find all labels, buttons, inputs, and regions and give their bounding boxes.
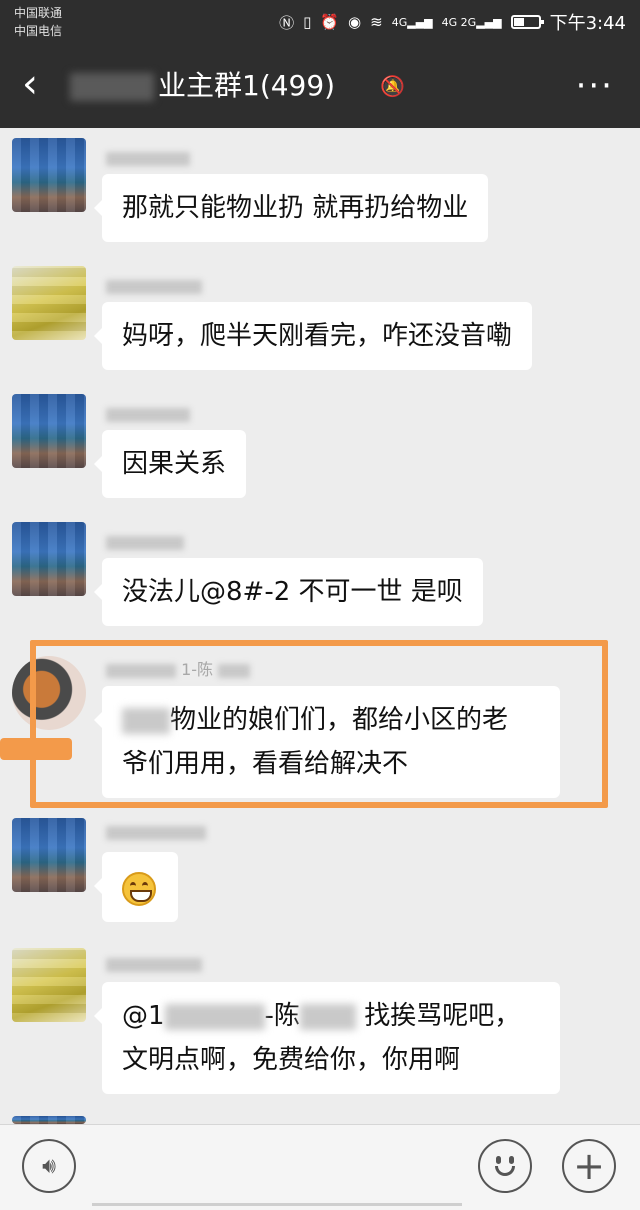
message-text: 妈呀，爬半天刚看完，咋还没音嘞 (122, 321, 513, 351)
title-redaction (70, 73, 154, 101)
message-bubble[interactable]: 那就只能物业扔 就再扔给物业 (93, 174, 489, 242)
nickname-redaction (106, 407, 190, 422)
mute-bell-icon: 🔕 (380, 74, 405, 98)
message-text: @1 (122, 1001, 165, 1031)
alarm-icon: ⏰ (320, 13, 340, 31)
message-bubble[interactable]: 妈呀，爬半天刚看完，咋还没音嘞 (93, 302, 533, 370)
message-line: @1 -陈 找挨骂呢吧， (122, 994, 540, 1038)
sender-nickname (106, 276, 202, 295)
yellow-avatar[interactable] (12, 948, 86, 1022)
sky-avatar[interactable] (12, 138, 86, 212)
message-line: 文明点啊，免费给你，你用啊 (122, 1038, 540, 1082)
nickname-redaction (106, 151, 190, 166)
status-icons: Ⓝ ▯ ⏰ ◉ ≋ 4G▂▄▆ 4G 2G▂▄▆ 下午3:44 (279, 9, 626, 35)
message-text: 没法儿@8#-2 不可一世 是呗 (122, 577, 463, 607)
sender-nickname (106, 404, 190, 423)
nickname-redaction (106, 535, 184, 550)
grinning-emoji-icon (122, 871, 156, 906)
sky-avatar[interactable] (12, 818, 86, 892)
sky-avatar[interactable] (12, 394, 86, 468)
nickname-redaction (106, 957, 202, 972)
nfc-icon: Ⓝ (279, 13, 295, 32)
signal-4g-26-icon: 4G 2G▂▄▆ (441, 15, 502, 29)
yellow-avatar[interactable] (12, 266, 86, 340)
highlight-marker (0, 738, 72, 760)
signal-4g-label: 4G (391, 15, 408, 29)
voice-icon[interactable]: 🔊︎ (22, 1139, 76, 1193)
signal-4g-icon: 4G▂▄▆ (391, 15, 433, 29)
plus-icon[interactable]: + (562, 1139, 616, 1193)
vibrate-icon: ▯ (303, 13, 312, 31)
more-dots-icon[interactable]: ··· (576, 66, 614, 106)
message-text: -陈 (264, 1001, 300, 1031)
message-text: 因果关系 (122, 449, 227, 479)
chat-title: 业主群1(499) (70, 66, 335, 106)
carrier-2: 中国电信 (14, 24, 63, 38)
status-bar: 中国联通 中国电信 Ⓝ ▯ ⏰ ◉ ≋ 4G▂▄▆ 4G 2G▂▄▆ 下午3:4… (0, 0, 640, 44)
battery-icon (510, 15, 544, 29)
carrier-info: 中国联通 中国电信 (14, 4, 62, 40)
chat-title-text: 业主群1(499) (158, 69, 336, 102)
text-redaction (164, 1003, 265, 1030)
nickname-redaction (106, 279, 202, 294)
carrier-1: 中国联通 (14, 6, 63, 20)
chat-header: ‹ 业主群1(499) 🔕 ··· (0, 44, 640, 128)
signal-4g-26-label: 4G 2G (441, 15, 477, 29)
wifi-icon: ≋ (370, 13, 383, 31)
message-bubble[interactable]: @1 -陈 找挨骂呢吧， 文明点啊，免费给你，你用啊 (94, 982, 560, 1094)
input-underline (92, 1203, 462, 1206)
message-text: 找挨骂呢吧， (364, 1001, 521, 1031)
message-bubble[interactable]: 没法儿@8#-2 不可一世 是呗 (94, 558, 483, 626)
message-text: 那就只能物业扔 就再扔给物业 (122, 193, 469, 223)
sender-nickname (106, 148, 190, 167)
sender-nickname (106, 532, 184, 551)
message-text: 文明点啊，免费给你，你用啊 (122, 1045, 461, 1075)
nickname-redaction (106, 825, 206, 840)
sky-avatar[interactable] (12, 1116, 86, 1124)
eye-icon: ◉ (348, 13, 362, 31)
highlight-annotation (30, 640, 608, 808)
sender-nickname (106, 822, 206, 841)
back-chevron-icon[interactable]: ‹ (22, 60, 38, 108)
sender-nickname (106, 954, 202, 973)
message-input[interactable] (92, 1139, 462, 1193)
input-bar: 🔊︎ + (0, 1124, 640, 1210)
message-bubble[interactable]: 因果关系 (93, 430, 247, 498)
emoji-icon[interactable] (478, 1139, 532, 1193)
sky-avatar[interactable] (12, 522, 86, 596)
smile-glyph (491, 1152, 519, 1180)
text-redaction (299, 1003, 356, 1030)
status-time: 下午3:44 (549, 13, 626, 34)
message-bubble[interactable] (94, 852, 178, 922)
